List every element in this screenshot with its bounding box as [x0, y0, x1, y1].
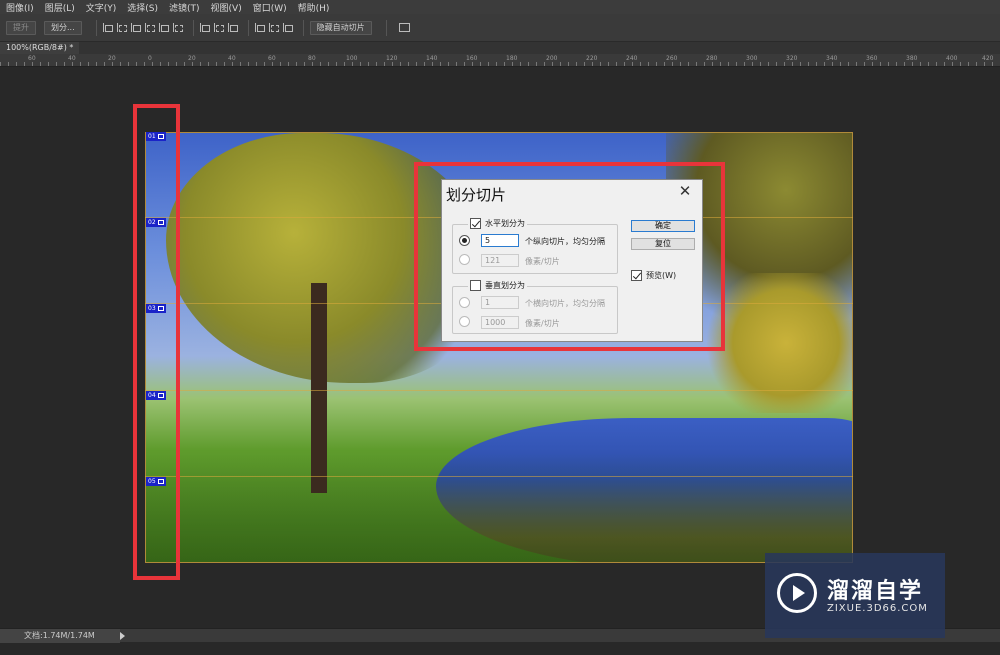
distribute-top-icon[interactable] [199, 23, 210, 32]
horizontal-checkbox[interactable] [470, 218, 481, 229]
menu-image[interactable]: 图像(I) [6, 1, 34, 14]
horizontal-pixel-radio[interactable] [459, 254, 470, 265]
ruler-tick: 180 [506, 55, 518, 62]
document-tab[interactable]: 100%(RGB/8#) * [0, 42, 80, 54]
tab-bar: 100%(RGB/8#) * [0, 42, 1000, 54]
ok-button[interactable]: 确定 [631, 220, 695, 232]
divide-button[interactable]: 划分... [44, 20, 82, 35]
vertical-checkbox[interactable] [470, 280, 481, 291]
ruler-tick: 40 [228, 55, 236, 62]
align-center-icon[interactable] [158, 23, 169, 32]
highlight-box-slices [133, 104, 180, 580]
separator [302, 19, 304, 36]
separator [192, 19, 194, 36]
vertical-count-input[interactable]: 1 [481, 296, 519, 309]
ruler-tick: 0 [148, 55, 152, 62]
ruler-tick: 260 [666, 55, 678, 62]
ground-shadow [146, 453, 852, 562]
ruler-tick: 100 [346, 55, 358, 62]
close-icon[interactable]: ✕ [678, 184, 692, 199]
ruler-tick: 80 [308, 55, 316, 62]
vertical-count-radio[interactable] [459, 297, 470, 308]
divide-slice-dialog: 划分切片 ✕ 水平划分为 5 个纵向切片，均匀分隔 121 像素/切片 垂直划分… [441, 179, 703, 342]
separator [385, 19, 387, 36]
vertical-label: 垂直划分为 [485, 281, 525, 290]
watermark-title: 溜溜自学 [827, 579, 924, 604]
ruler-tick: 200 [546, 55, 558, 62]
ruler-tick: 400 [946, 55, 958, 62]
slice-divider [145, 476, 853, 477]
promote-button[interactable]: 提升 [6, 20, 36, 35]
willow-tree [706, 273, 852, 413]
menu-bar: 图像(I) 图层(L) 文字(Y) 选择(S) 滤镜(T) 视图(V) 窗口(W… [0, 0, 1000, 14]
distribute-left-icon[interactable] [254, 23, 265, 32]
ruler-tick: 20 [108, 55, 116, 62]
ruler-tick: 320 [786, 55, 798, 62]
status-menu-arrow-icon[interactable] [120, 632, 125, 640]
ruler-tick: 120 [386, 55, 398, 62]
folder-icon[interactable] [398, 23, 410, 32]
separator [95, 19, 97, 36]
menu-help[interactable]: 帮助(H) [298, 1, 330, 14]
preview-option[interactable]: 预览(W) [631, 270, 676, 281]
ruler-tick: 300 [746, 55, 758, 62]
options-bar: 提升 划分... 隐藏自动切片 [0, 14, 1000, 42]
dialog-title: 划分切片 [446, 186, 507, 204]
menu-view[interactable]: 视图(V) [211, 1, 242, 14]
horizontal-label: 水平划分为 [485, 219, 525, 228]
ruler-tick: 420 [982, 55, 994, 62]
horizontal-count-radio[interactable] [459, 235, 470, 246]
preview-checkbox[interactable] [631, 270, 642, 281]
vertical-legend: 垂直划分为 [468, 280, 527, 291]
tree-trunk [311, 283, 327, 493]
align-top-icon[interactable] [102, 23, 113, 32]
vertical-pixel-label: 像素/切片 [525, 319, 560, 328]
align-middle-icon[interactable] [116, 23, 127, 32]
horizontal-count-label: 个纵向切片，均匀分隔 [525, 237, 605, 246]
ruler-tick: 360 [866, 55, 878, 62]
ruler-tick: 60 [28, 55, 36, 62]
menu-select[interactable]: 选择(S) [127, 1, 158, 14]
horizontal-count-input[interactable]: 5 [481, 234, 519, 247]
align-bottom-icon[interactable] [130, 23, 141, 32]
ruler-tick: 240 [626, 55, 638, 62]
separator [247, 19, 249, 36]
reset-button[interactable]: 复位 [631, 238, 695, 250]
play-logo-icon [777, 573, 817, 613]
document-size: 文档:1.74M/1.74M [0, 629, 120, 643]
distribute-middle-icon[interactable] [213, 23, 224, 32]
watermark: 溜溜自学 ZIXUE.3D66.COM [765, 553, 945, 638]
horizontal-ruler: 60 40 20 0 20 40 60 80 100 120 140 160 1… [0, 54, 1000, 67]
ruler-tick: 160 [466, 55, 478, 62]
ruler-tick: 380 [906, 55, 918, 62]
align-right-icon[interactable] [172, 23, 183, 32]
vertical-pixel-radio[interactable] [459, 316, 470, 327]
vertical-pixel-input[interactable]: 1000 [481, 316, 519, 329]
ruler-tick: 20 [188, 55, 196, 62]
menu-window[interactable]: 窗口(W) [253, 1, 287, 14]
slice-divider [145, 390, 853, 391]
ruler-tick-marks [0, 62, 1000, 66]
ruler-tick: 40 [68, 55, 76, 62]
distribute-center-icon[interactable] [268, 23, 279, 32]
distribute-bottom-icon[interactable] [227, 23, 238, 32]
watermark-subtitle: ZIXUE.3D66.COM [827, 603, 928, 614]
vertical-count-label: 个横向切片，均匀分隔 [525, 299, 605, 308]
distribute-right-icon[interactable] [282, 23, 293, 32]
ruler-tick: 60 [268, 55, 276, 62]
menu-filter[interactable]: 滤镜(T) [169, 1, 200, 14]
horizontal-pixel-label: 像素/切片 [525, 257, 560, 266]
hide-auto-slices-button[interactable]: 隐藏自动切片 [309, 20, 372, 35]
horizontal-pixel-input[interactable]: 121 [481, 254, 519, 267]
menu-type[interactable]: 文字(Y) [86, 1, 117, 14]
preview-label: 预览(W) [646, 271, 677, 280]
ruler-tick: 280 [706, 55, 718, 62]
ruler-tick: 220 [586, 55, 598, 62]
horizontal-legend: 水平划分为 [468, 218, 527, 229]
menu-layer[interactable]: 图层(L) [45, 1, 75, 14]
ruler-tick: 340 [826, 55, 838, 62]
align-left-icon[interactable] [144, 23, 155, 32]
ruler-tick: 140 [426, 55, 438, 62]
